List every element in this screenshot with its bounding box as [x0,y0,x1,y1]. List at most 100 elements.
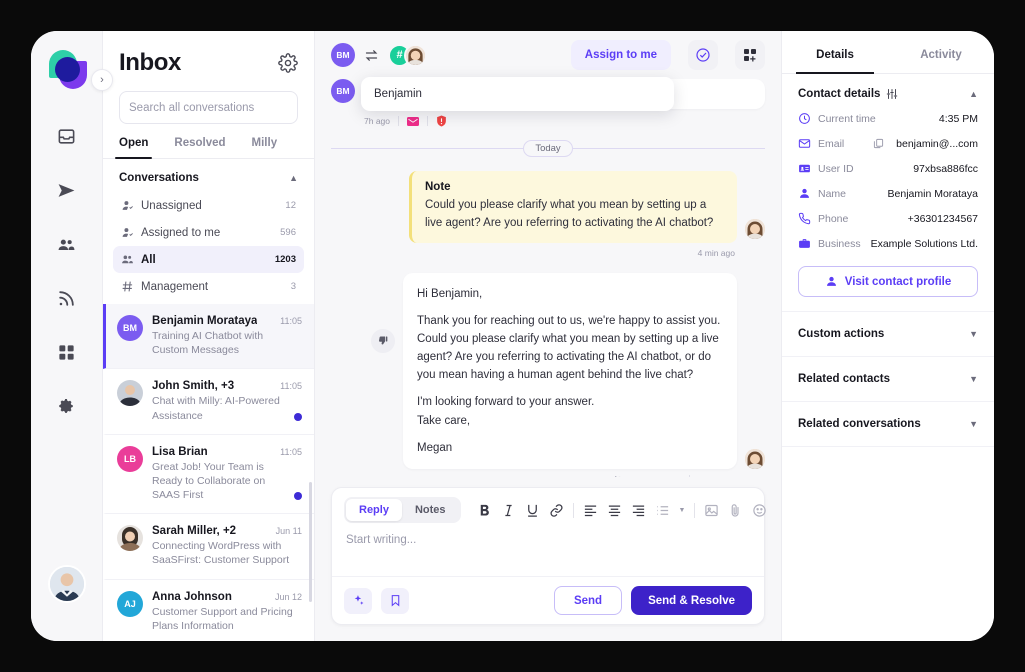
composer-actions: Send Send & Resolve [332,576,764,624]
contact-name: Anna Johnson [152,590,232,603]
current-user-avatar[interactable] [47,565,86,603]
tab-details[interactable]: Details [782,31,888,74]
list-item[interactable]: John Smith, +3 11:05 Chat with Milly: AI… [103,369,314,435]
image-icon[interactable] [704,503,719,518]
sidebar-item-contacts[interactable] [50,227,84,261]
section-custom-actions[interactable]: Custom actions ▼ [782,312,994,357]
search-box[interactable] [119,91,298,124]
note-author-avatar [745,218,765,239]
details-tabs: Details Activity [782,31,994,74]
timestamp: Jun 12 [274,591,302,602]
expand-sidebar-button[interactable]: › [91,69,113,91]
search-input[interactable] [129,101,283,114]
visit-contact-profile-button[interactable]: Visit contact profile [798,266,978,297]
contact-name-dropdown[interactable]: Benjamin [361,77,674,111]
list-scrollbar[interactable] [309,482,312,602]
attachment-icon[interactable] [728,503,743,518]
unread-dot [294,412,302,421]
emoji-icon[interactable] [752,503,767,518]
visit-contact-profile-label: Visit contact profile [844,275,952,288]
folder-unassigned[interactable]: Unassigned 12 [113,192,304,219]
send-button[interactable]: Send [553,586,623,615]
chevron-up-icon[interactable]: ▲ [969,89,978,99]
folder-all[interactable]: All 1203 [113,246,304,273]
inbox-panel: Inbox Open Resolved Milly Conversations … [103,31,315,641]
tune-icon[interactable] [886,88,898,100]
align-center-icon[interactable] [607,503,622,518]
folder-management[interactable]: Management 3 [113,273,304,300]
gear-icon[interactable] [278,53,298,73]
avatar: LB [117,445,143,472]
avatar [117,380,143,407]
tab-reply[interactable]: Reply [346,499,402,521]
copy-icon[interactable] [873,138,884,149]
send-and-resolve-button[interactable]: Send & Resolve [631,586,752,615]
tab-activity[interactable]: Activity [888,31,994,73]
align-right-icon[interactable] [631,503,646,518]
chevron-up-icon[interactable]: ▲ [289,173,298,183]
chevron-down-icon[interactable]: ▼ [679,507,686,514]
reply-input[interactable]: Start writing... [332,530,764,576]
sidebar-item-inbox[interactable] [50,119,84,153]
list-icon[interactable] [655,503,670,518]
resolve-check-icon[interactable] [688,40,718,70]
list-item[interactable]: AJ Anna Johnson Jun 12 Customer Support … [103,580,314,641]
bold-icon[interactable] [477,503,492,518]
contact-name: John Smith, +3 [152,380,235,393]
clock-icon [798,112,811,125]
section-related-conversations[interactable]: Related conversations ▼ [782,402,994,447]
underline-icon[interactable] [525,503,540,518]
sidebar-item-settings[interactable] [50,389,84,423]
folder-count: 3 [290,281,296,292]
list-item[interactable]: Sarah Miller, +2 Jun 11 Connecting WordP… [103,514,314,580]
sidebar-item-broadcast[interactable] [50,281,84,315]
folder-assigned-to-me[interactable]: Assigned to me 596 [113,219,304,246]
chevron-down-icon: ▼ [969,329,978,339]
detail-row-phone: Phone +36301234567 [798,212,978,225]
person-icon [826,276,836,286]
note-body: Could you please clarify what you mean b… [425,199,714,229]
list-item[interactable]: BM Benjamin Morataya 11:05 Training AI C… [103,304,314,370]
timestamp: 11:05 [280,316,302,326]
detail-value: 97xbsa886fcc [913,162,978,175]
align-left-icon[interactable] [583,503,598,518]
conversations-section-title: Conversations [119,172,199,184]
assignee-group[interactable]: # [388,43,427,67]
tab-notes[interactable]: Notes [402,499,459,521]
folder-count: 596 [280,227,296,238]
eye-off-icon [614,475,625,477]
contact-details-title: Contact details [798,88,881,100]
preview-text: Training AI Chatbot with Custom Messages [152,330,264,357]
sidebar-item-apps[interactable] [50,335,84,369]
section-related-contacts[interactable]: Related contacts ▼ [782,357,994,402]
phone-icon [798,212,811,225]
saasfirst-logo [45,49,89,93]
chevron-down-icon: ▼ [969,419,978,429]
swap-icon[interactable] [364,48,379,63]
thread-header: BM # Assign to me [315,31,781,79]
detail-value: benjamin@...com [896,137,978,150]
list-item[interactable]: LB Lisa Brian 11:05 Great Job! Your Team… [103,435,314,515]
sidebar-item-campaigns[interactable] [50,173,84,207]
reply-line: Thank you for reaching out to us, we're … [417,314,721,382]
tab-open[interactable]: Open [114,137,153,159]
thumbs-down-icon[interactable] [371,328,395,353]
link-icon[interactable] [549,503,564,518]
message-list: BM Benjamin 7h ago Today [315,79,781,477]
tab-milly[interactable]: Milly [252,137,278,158]
saved-replies-icon[interactable] [381,587,409,614]
italic-icon[interactable] [501,503,516,518]
tab-resolved[interactable]: Resolved [174,137,225,158]
folder-count: 1203 [274,254,296,265]
ai-magic-icon[interactable] [344,587,372,614]
message-timestamp: 4 min ago [698,475,735,477]
assign-to-me-button[interactable]: Assign to me [570,40,671,70]
conversations-folders: Conversations ▲ Unassigned 12 Assigned t… [103,159,314,304]
conversation-list[interactable]: BM Benjamin Morataya 11:05 Training AI C… [103,304,314,641]
detail-value: Example Solutions Ltd. [870,237,978,250]
nav-rail: › [31,31,113,641]
folder-label: All [141,253,156,266]
hash-icon [121,280,134,293]
add-apps-icon[interactable] [735,40,765,70]
detail-value: +36301234567 [907,212,978,225]
